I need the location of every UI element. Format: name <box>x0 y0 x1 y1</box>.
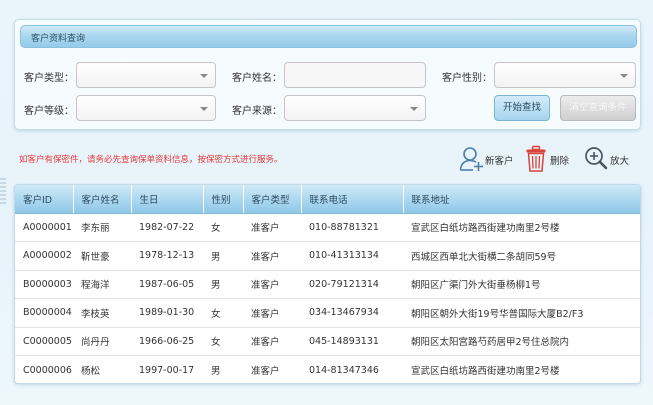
column-header-type[interactable]: 客户类型 <box>242 185 301 214</box>
zoom-in-icon <box>585 147 608 170</box>
customer-source-select[interactable] <box>284 95 426 121</box>
cell-name: 李枝英 <box>73 298 131 328</box>
search-panel: 客户资料查询 客户类型： 客户姓名： 客户性别： 客户等级： 客户来源： 开始查… <box>14 19 641 130</box>
cell-type: 准客户 <box>243 327 301 356</box>
column-header-phone[interactable]: 联系电话 <box>300 185 403 214</box>
chevron-down-icon <box>620 74 628 78</box>
cell-address: 西城区西单北大街横二条胡同59号 <box>403 241 640 271</box>
panel-header: 客户资料查询 <box>20 25 637 48</box>
cell-address: 朝阳区广渠门外大街垂杨柳1号 <box>403 270 640 299</box>
cell-type: 准客户 <box>243 270 301 299</box>
cell-gender: 女 <box>203 298 243 328</box>
zoom-in-label: 放大 <box>610 156 630 167</box>
column-header-gender[interactable]: 性别 <box>202 185 243 214</box>
cell-phone: 010-41313134 <box>301 241 403 271</box>
cell-name: 靳世豪 <box>73 241 131 271</box>
cell-name: 李东丽 <box>73 213 131 242</box>
cell-birthday: 1978-12-13 <box>131 241 203 271</box>
cell-address: 朝阳区太阳宫路芍药居甲2号住总院内 <box>403 327 640 356</box>
cell-phone: 045-14893131 <box>301 327 403 356</box>
side-drag-handle[interactable] <box>0 178 6 206</box>
add-customer-button[interactable]: 新客户 <box>459 145 519 173</box>
table-row[interactable]: C0000005 尚丹丹 1966-06-25 女 准客户 045-148931… <box>15 327 640 356</box>
cell-gender: 女 <box>203 327 243 356</box>
customer-level-label: 客户等级： <box>24 106 74 117</box>
cell-type: 准客户 <box>251 366 280 377</box>
customer-type-select[interactable] <box>76 62 216 88</box>
search-button[interactable]: 开始查找 <box>494 95 550 121</box>
gender-select[interactable] <box>494 62 636 88</box>
cell-id: C0000005 <box>15 327 73 356</box>
column-header-id[interactable]: 客户ID <box>15 185 73 214</box>
cell-birthday: 1966-06-25 <box>131 327 203 356</box>
chevron-down-icon <box>200 107 208 111</box>
cell-birthday: 1987-06-05 <box>131 270 203 299</box>
chevron-down-icon <box>200 74 208 78</box>
cell-type: 准客户 <box>243 241 301 271</box>
cell-birthday: 1989-01-30 <box>131 298 203 328</box>
cell-id: B0000004 <box>15 298 73 328</box>
delete-button[interactable]: 删除 <box>525 145 573 173</box>
cell-gender: 女 <box>203 213 243 242</box>
cell-gender: 男 <box>203 270 243 299</box>
table-row[interactable]: A0000002 靳世豪 1978-12-13 男 准客户 010-413131… <box>15 241 640 271</box>
cell-id: B0000003 <box>15 270 73 299</box>
cell-address: 宣武区白纸坊路西街建功南里2号楼 <box>403 213 640 242</box>
cell-gender: 男 <box>203 241 243 271</box>
cell-phone: 010-88781321 <box>301 213 403 242</box>
cell-name: 程海洋 <box>73 270 131 299</box>
cell-name: 尚丹丹 <box>73 327 131 356</box>
customer-type-label: 客户类型： <box>24 73 74 84</box>
delete-label: 删除 <box>550 156 570 167</box>
customer-table: 客户ID 客户姓名 生日 性别 客户类型 联系电话 联系地址 A0000001 … <box>14 184 641 384</box>
cell-phone: 034-13467934 <box>301 298 403 328</box>
cell-address: 宣武区白纸坊路西街建功南里2号楼 <box>411 366 560 377</box>
panel-title: 客户资料查询 <box>31 34 86 44</box>
trash-icon <box>526 145 546 172</box>
cell-address: 朝阳区朝外大街19号华普国际大厦B2/F3 <box>403 298 640 328</box>
column-header-name[interactable]: 客户姓名 <box>72 185 131 214</box>
table-row[interactable]: B0000004 李枝英 1989-01-30 女 准客户 034-134679… <box>15 298 640 328</box>
customer-name-label: 客户姓名： <box>232 73 282 84</box>
cell-id: C0000006 <box>23 364 72 376</box>
cell-birthday: 1982-07-22 <box>131 213 203 242</box>
chevron-down-icon <box>410 107 418 111</box>
cell-type: 准客户 <box>243 213 301 242</box>
cell-id: A0000002 <box>15 241 73 271</box>
table-row[interactable]: C0000006 杨松 1997-00-17 男 准客户 014-8134734… <box>15 356 640 384</box>
cell-id: A0000001 <box>15 213 73 242</box>
customer-source-label: 客户来源： <box>232 106 282 117</box>
add-user-icon <box>459 147 483 171</box>
cell-gender: 男 <box>211 366 221 377</box>
cell-birthday: 1997-00-17 <box>139 364 195 376</box>
add-customer-label: 新客户 <box>485 156 514 167</box>
confidential-notice: 如客户有保密件，请务必先查询保单资料信息，按保密方式进行服务。 <box>19 155 283 165</box>
table-row[interactable]: B0000003 程海洋 1987-06-05 男 准客户 020-791213… <box>15 270 640 299</box>
cell-name: 杨松 <box>81 366 101 377</box>
cell-phone: 014-81347346 <box>309 364 379 376</box>
column-header-address[interactable]: 联系地址 <box>402 185 640 214</box>
gender-label: 客户性别： <box>442 73 492 84</box>
table-header-row: 客户ID 客户姓名 生日 性别 客户类型 联系电话 联系地址 <box>15 185 640 214</box>
cell-phone: 020-79121314 <box>301 270 403 299</box>
zoom-in-button[interactable]: 放大 <box>584 145 634 173</box>
customer-name-input[interactable] <box>284 62 426 88</box>
customer-level-select[interactable] <box>76 95 216 121</box>
cell-type: 准客户 <box>243 298 301 328</box>
table-row[interactable]: A0000001 李东丽 1982-07-22 女 准客户 010-887813… <box>15 213 640 242</box>
column-header-birthday[interactable]: 生日 <box>130 185 203 214</box>
clear-query-button[interactable]: 清空查询条件 <box>560 95 636 121</box>
